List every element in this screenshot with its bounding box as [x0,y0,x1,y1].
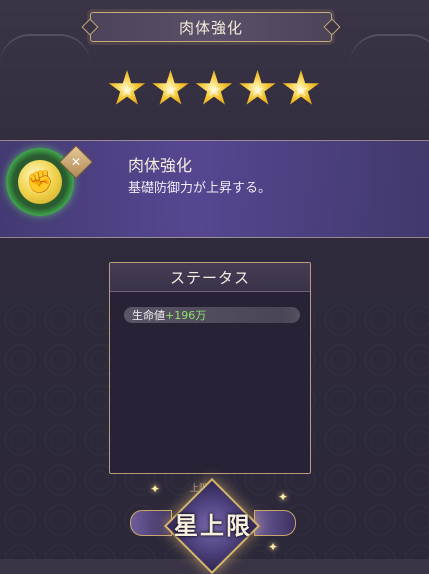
status-value: +196万 [165,309,207,322]
cloud-decoration [350,34,429,66]
star-limit-label: 星上限 [174,510,252,540]
star-icon [282,70,320,105]
status-title: ステータス [169,268,250,287]
skill-description: 基礎防御力が上昇する。 [128,181,272,196]
star-icon [108,70,146,105]
cloud-decoration [0,34,90,66]
arm-strength-icon: ✊ [18,160,62,204]
status-row: 生命値 +196万 [124,307,300,323]
status-header: ステータス [110,263,310,292]
star-rating [108,70,320,114]
sparkle-icon: ✦ [150,482,161,496]
star-icon [195,70,233,105]
star-limit-button[interactable]: 星上限 [130,477,296,574]
status-label: 生命値 [132,309,165,322]
status-panel: ステータス 生命値 +196万 [109,262,311,474]
button-wing-right [254,510,296,536]
title-banner: 肉体強化 [90,12,332,42]
skill-name: 肉体強化 [128,156,193,175]
page-title: 肉体強化 [178,18,243,37]
star-icon [152,70,189,105]
star-icon [239,70,276,105]
